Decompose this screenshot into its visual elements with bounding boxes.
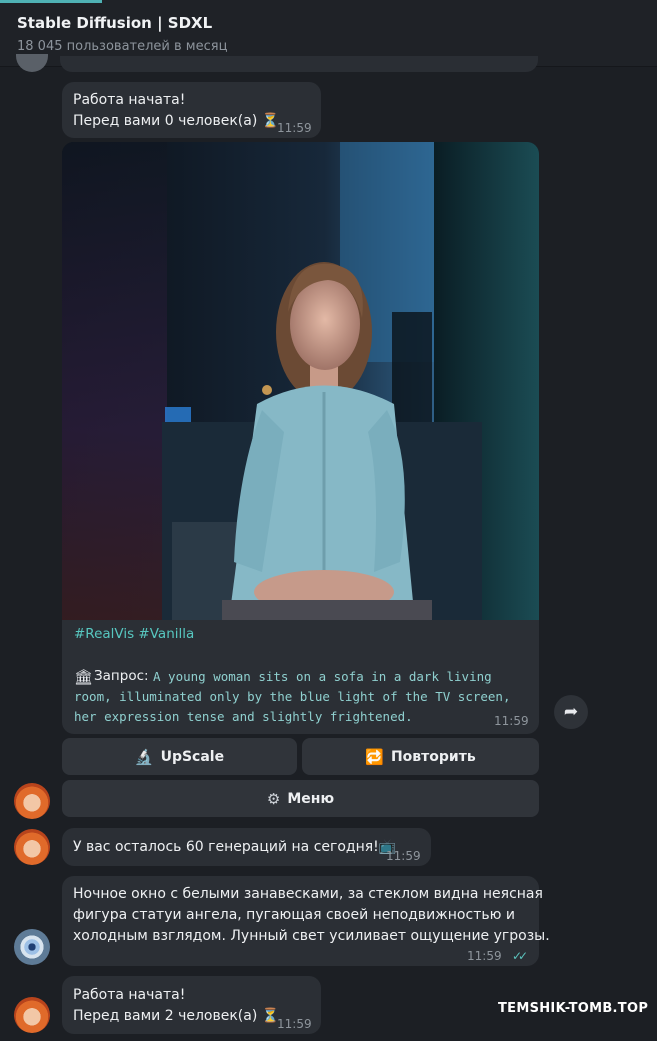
message-text: Работа начата! (73, 92, 186, 108)
bot-avatar[interactable] (14, 783, 50, 819)
message-time: 11:59 (467, 949, 502, 963)
message-bubble-work-started: Работа начата! Перед вами 0 человек(а) ⏳… (62, 82, 321, 138)
chat-title[interactable]: Stable Diffusion | SDXL (17, 14, 212, 32)
gear-icon: ⚙ (266, 789, 281, 808)
upscale-label: UpScale (160, 748, 225, 765)
chat-subtitle: 18 045 пользователей в месяц (17, 39, 228, 54)
hashtags[interactable]: #RealVis #Vanilla (74, 626, 194, 642)
forward-button[interactable]: ➦ (554, 695, 588, 729)
request-text-line: A young woman sits on a sofa in a dark l… (153, 669, 492, 684)
message-bubble-partial (60, 56, 538, 72)
message-time: 11:59 (386, 849, 421, 863)
bot-avatar[interactable] (14, 997, 50, 1033)
image-caption: #RealVis #Vanilla 🏛 Запрос: A young woma… (62, 620, 539, 734)
watermark: TEMSHIK-TOMB.TOP (498, 1001, 649, 1016)
user-avatar[interactable] (14, 929, 50, 965)
message-text: У вас осталось 60 генераций на сегодня! (73, 839, 379, 855)
generated-image[interactable] (62, 142, 539, 622)
repeat-label: Повторить (390, 748, 476, 765)
message-text: Работа начата! (73, 987, 186, 1003)
generated-image-illustration (62, 142, 539, 622)
message-text: холодным взглядом. Лунный свет усиливает… (73, 928, 550, 944)
message-bubble-work-started: Работа начата! Перед вами 2 человек(а) ⏳… (62, 976, 321, 1034)
bank-icon: 🏛 (74, 668, 94, 686)
message-text: фигура статуи ангела, пугающая своей неп… (73, 907, 515, 923)
repeat-icon: 🔁 (365, 747, 384, 766)
message-bubble-remaining: У вас осталось 60 генераций на сегодня!📺… (62, 828, 431, 866)
message-text: Ночное окно с белыми занавесками, за сте… (73, 886, 543, 902)
message-text: Перед вами 2 человек(а) (73, 1008, 258, 1024)
upscale-button[interactable]: 🔬 UpScale (62, 738, 297, 775)
request-text-line: room, illuminated only by the blue light… (74, 689, 511, 704)
menu-button[interactable]: ⚙ Меню (62, 780, 539, 817)
loading-indicator (0, 0, 102, 3)
request-text-line: her expression tense and slightly fright… (74, 709, 413, 724)
forward-icon: ➦ (563, 702, 579, 722)
message-time: 11:59 (494, 714, 529, 728)
menu-label: Меню (287, 790, 335, 807)
message-bubble-user-prompt: Ночное окно с белыми занавесками, за сте… (62, 876, 550, 966)
message-text: Перед вами 0 человек(а) (73, 113, 258, 129)
repeat-button[interactable]: 🔁 Повторить (302, 738, 539, 775)
avatar[interactable] (16, 54, 48, 72)
microscope-icon: 🔬 (134, 747, 154, 766)
message-time: 11:59 (277, 121, 312, 135)
message-time: 11:59 (277, 1017, 312, 1031)
request-label: Запрос: (94, 668, 149, 684)
double-check-icon: ✓✓ (512, 949, 528, 963)
bot-avatar[interactable] (14, 829, 50, 865)
